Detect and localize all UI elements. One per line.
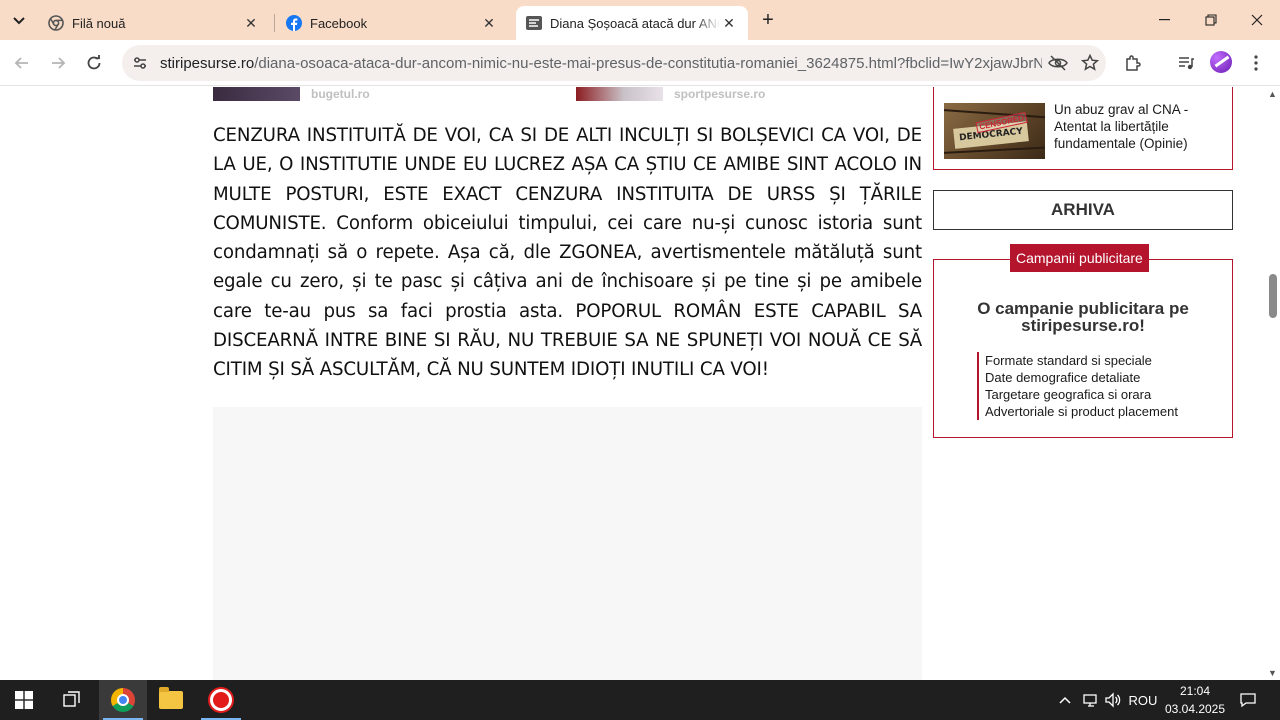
campaign-box: O campanie publicitara pe stiripesurse.r… [933, 259, 1233, 438]
tab-search-button[interactable] [6, 8, 32, 34]
arrow-right-icon [52, 57, 66, 69]
media-control-button[interactable] [1172, 49, 1200, 77]
page-viewport: bugetul.ro sportpesurse.ro CENZURA INSTI… [0, 87, 1280, 680]
tab-facebook[interactable]: Facebook ✕ [276, 6, 508, 40]
close-window-button[interactable] [1234, 0, 1280, 40]
archive-button[interactable]: ARHIVA [933, 190, 1233, 230]
scroll-up-icon[interactable]: ▲ [1268, 89, 1277, 99]
facebook-icon [286, 15, 302, 31]
profile-avatar[interactable] [1210, 51, 1232, 73]
taskbar-chrome[interactable] [99, 680, 147, 720]
campaign-list: Formate standard si speciale Date demogr… [977, 352, 1178, 420]
menu-button[interactable] [1242, 49, 1270, 77]
star-icon[interactable] [1074, 54, 1106, 72]
record-icon [210, 689, 232, 711]
arrow-left-icon [14, 57, 28, 69]
url-path: /diana-osoaca-ataca-dur-ancom-nimic-nu-e… [254, 54, 1042, 72]
scroll-down-icon[interactable]: ▼ [1268, 668, 1277, 678]
speaker-icon [1105, 692, 1121, 708]
restore-button[interactable] [1188, 0, 1234, 40]
campaign-list-item: Date demografice detaliate [985, 370, 1141, 385]
scrollbar-thumb[interactable] [1269, 274, 1277, 318]
extensions-button[interactable] [1119, 49, 1147, 77]
system-clock[interactable]: 21:04 03.04.2025 [1160, 682, 1230, 718]
restore-icon [1205, 14, 1217, 26]
related-thumbnail[interactable] [213, 87, 300, 101]
tab-title: Diana Șoșoacă atacă dur ANCOM [550, 15, 720, 31]
playlist-icon [1179, 57, 1194, 70]
close-icon [1251, 14, 1263, 26]
campaign-list-item: Formate standard si speciale [985, 353, 1152, 368]
start-button[interactable] [0, 680, 48, 720]
windows-taskbar: ROU 21:04 03.04.2025 [0, 680, 1280, 720]
folder-icon [159, 687, 183, 709]
campaign-badge: Campanii publicitare [1010, 244, 1149, 272]
back-button[interactable] [8, 49, 36, 77]
related-source[interactable]: bugetul.ro [311, 87, 370, 101]
related-thumbnail[interactable] [576, 87, 663, 101]
reload-button[interactable] [80, 49, 108, 77]
close-icon[interactable]: ✕ [720, 14, 738, 32]
url-text: stiripesurse.ro/diana-osoaca-ataca-dur-a… [154, 55, 1042, 72]
eye-off-icon[interactable] [1042, 55, 1074, 71]
page-scrollbar[interactable]: ▲ ▼ [1265, 87, 1280, 680]
browser-toolbar: stiripesurse.ro/diana-osoaca-ataca-dur-a… [0, 40, 1280, 86]
windows-icon [15, 691, 33, 709]
notification-icon [1240, 693, 1256, 708]
volume-button[interactable] [1102, 680, 1124, 720]
tray-overflow-button[interactable] [1056, 680, 1074, 720]
chrome-icon [111, 688, 135, 712]
new-tab-button[interactable]: + [756, 8, 780, 32]
campaign-heading[interactable]: O campanie publicitara pe stiripesurse.r… [934, 300, 1232, 334]
tab-title: Facebook [310, 15, 368, 31]
campaign-list-item: Targetare geografica si orara [985, 387, 1152, 402]
notifications-button[interactable] [1234, 680, 1262, 720]
chrome-icon [48, 15, 64, 31]
related-source[interactable]: sportpesurse.ro [674, 87, 765, 101]
input-language[interactable]: ROU [1128, 680, 1158, 720]
news-title-link[interactable]: Un abuz grav al CNA - Atentat la libertă… [1054, 101, 1224, 152]
tab-new-tab[interactable]: Filă nouă ✕ [38, 6, 270, 40]
tab-title: Filă nouă [72, 15, 126, 31]
url-host: stiripesurse.ro [160, 54, 255, 72]
tab-separator [274, 14, 275, 32]
task-view-button[interactable] [48, 680, 96, 720]
tab-article[interactable]: Diana Șoșoacă atacă dur ANCOM ✕ [516, 6, 748, 40]
close-icon[interactable]: ✕ [242, 14, 260, 32]
chevron-up-icon [1059, 696, 1071, 704]
taskbar-recorder[interactable] [197, 680, 245, 720]
article-paragraph: CENZURA INSTITUITĂ DE VOI, CA SI DE ALTI… [213, 125, 922, 381]
minimize-button[interactable] [1141, 0, 1187, 40]
news-thumbnail[interactable]: DEMOCRACY CENSORED [944, 103, 1045, 159]
minimize-icon [1158, 19, 1170, 21]
taskbar-file-explorer[interactable] [147, 680, 195, 720]
ad-placeholder [213, 407, 922, 680]
news-icon [526, 15, 542, 31]
campaign-list-item: Advertoriale si product placement [985, 404, 1178, 419]
clock-date: 03.04.2025 [1164, 702, 1226, 716]
network-icon [1083, 694, 1097, 707]
close-icon[interactable]: ✕ [480, 14, 498, 32]
forward-button[interactable] [44, 49, 72, 77]
sidebar-news-box: DEMOCRACY CENSORED Un abuz grav al CNA -… [933, 87, 1233, 170]
network-button[interactable] [1080, 680, 1102, 720]
address-bar[interactable]: stiripesurse.ro/diana-osoaca-ataca-dur-a… [122, 45, 1106, 81]
more-vertical-icon [1254, 55, 1258, 71]
puzzle-icon [1126, 55, 1141, 71]
clock-time: 21:04 [1179, 684, 1211, 698]
reload-icon [87, 55, 101, 70]
site-info-icon[interactable] [126, 55, 154, 71]
tab-strip: Filă nouă ✕ Facebook ✕ Diana Șoșoacă ata… [0, 0, 1280, 40]
task-view-icon [63, 691, 80, 707]
chevron-down-icon [13, 17, 25, 25]
